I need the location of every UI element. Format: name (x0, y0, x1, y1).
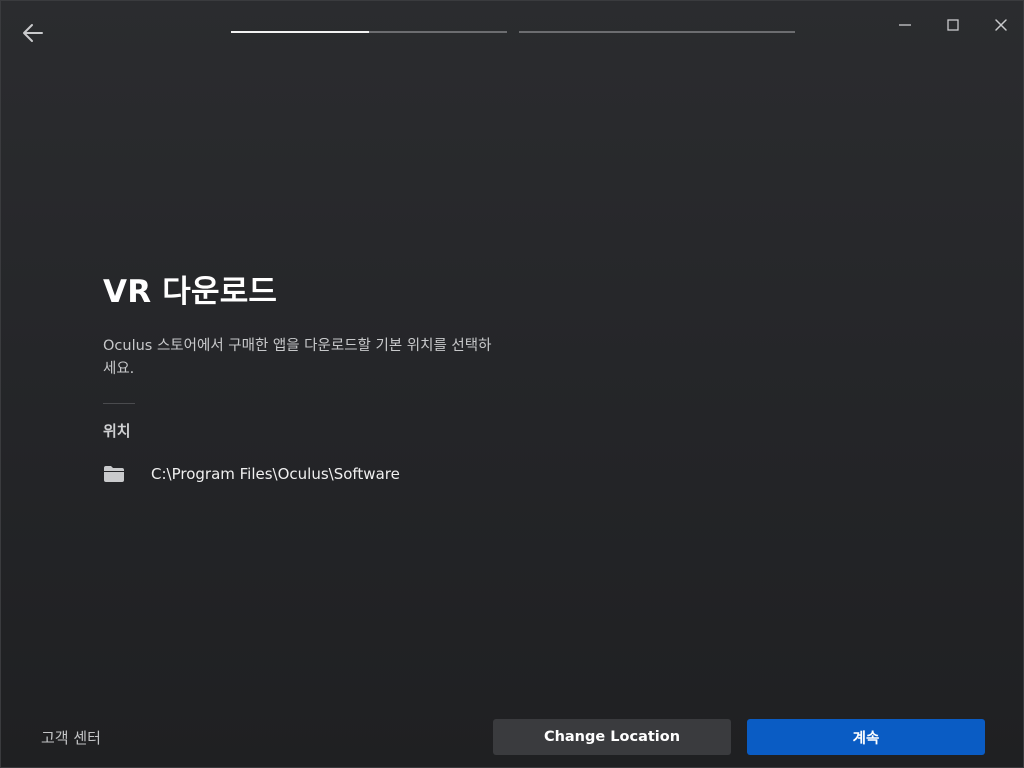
maximize-button[interactable] (939, 11, 967, 39)
setup-window: VR 다운로드 Oculus 스토어에서 구매한 앱을 다운로드할 기본 위치를… (0, 0, 1024, 768)
location-row: C:\Program Files\Oculus\Software (103, 465, 523, 483)
progress-step-1-fill (231, 31, 369, 33)
continue-button[interactable]: 계속 (747, 719, 985, 755)
location-path: C:\Program Files\Oculus\Software (151, 465, 400, 483)
maximize-icon (947, 19, 959, 31)
close-button[interactable] (987, 11, 1015, 39)
back-button[interactable] (19, 19, 47, 47)
page-title: VR 다운로드 (103, 274, 278, 310)
help-center-link[interactable]: 고객 센터 (41, 727, 101, 748)
folder-icon (103, 465, 125, 483)
main-content: VR 다운로드 Oculus 스토어에서 구매한 앱을 다운로드할 기본 위치를… (103, 271, 523, 483)
progress-step-2 (519, 31, 795, 33)
minimize-button[interactable] (891, 11, 919, 39)
location-label: 위치 (103, 422, 131, 440)
change-location-button[interactable]: Change Location (493, 719, 731, 755)
minimize-icon (899, 24, 911, 26)
progress-step-1 (231, 31, 507, 33)
page-description: Oculus 스토어에서 구매한 앱을 다운로드할 기본 위치를 선택하세요. (103, 338, 492, 377)
back-arrow-icon (23, 24, 43, 42)
close-icon (995, 19, 1007, 31)
section-divider (103, 403, 135, 404)
